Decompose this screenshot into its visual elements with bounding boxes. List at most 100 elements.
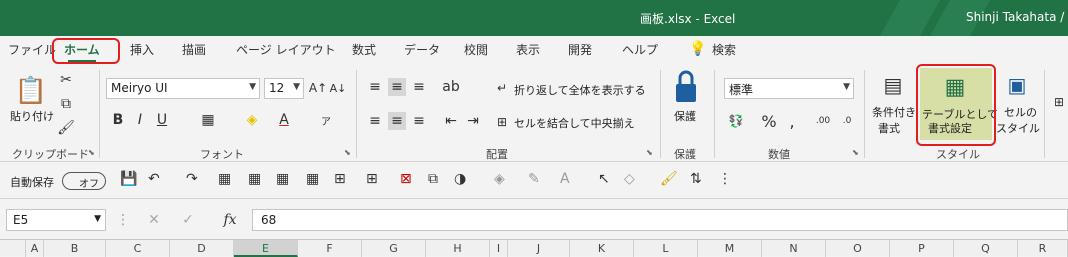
- line-color-icon[interactable]: ✎: [528, 171, 540, 187]
- column-header[interactable]: F: [298, 240, 362, 257]
- swap-icon[interactable]: ⇅: [690, 171, 702, 187]
- clear-borders-icon[interactable]: ⊠: [400, 171, 412, 187]
- cell-styles-line1[interactable]: セルの: [1004, 104, 1037, 120]
- align-bottom-icon[interactable]: ≡: [410, 78, 428, 96]
- currency-icon[interactable]: 💱: [726, 112, 746, 130]
- copy-icon[interactable]: ⧉: [58, 96, 74, 112]
- cursor-icon[interactable]: ↖: [598, 171, 610, 187]
- underline-icon[interactable]: U: [154, 112, 170, 128]
- column-header[interactable]: P: [890, 240, 954, 257]
- save-icon[interactable]: 💾: [120, 171, 137, 187]
- shapes-icon[interactable]: ◑: [454, 171, 466, 187]
- tab-draw[interactable]: 描画: [182, 41, 206, 63]
- bold-icon[interactable]: B: [110, 112, 126, 128]
- formula-input[interactable]: 68: [252, 209, 1068, 231]
- tab-page-layout[interactable]: ページ レイアウト: [236, 41, 336, 63]
- grow-font-icon[interactable]: A↑: [309, 80, 327, 96]
- orientation-icon[interactable]: ab: [442, 78, 460, 96]
- paste-label[interactable]: 貼り付け: [10, 108, 54, 124]
- column-header[interactable]: K: [570, 240, 634, 257]
- wrap-text-button[interactable]: 折り返して全体を表示する: [514, 82, 646, 98]
- column-header[interactable]: M: [698, 240, 762, 257]
- conditional-format-line2[interactable]: 書式: [878, 120, 900, 136]
- paste-icon[interactable]: 📋: [14, 72, 48, 110]
- column-header[interactable]: O: [826, 240, 890, 257]
- column-header[interactable]: G: [362, 240, 426, 257]
- conditional-format-line1[interactable]: 条件付き: [872, 104, 916, 120]
- tab-developer[interactable]: 開発: [568, 41, 592, 63]
- format-painter-icon[interactable]: 🖌: [660, 171, 678, 187]
- borders-icon[interactable]: ▦: [200, 112, 216, 128]
- align-middle-icon[interactable]: ≡: [388, 78, 406, 96]
- image-icon[interactable]: ⧉: [428, 171, 438, 187]
- tab-formulas[interactable]: 数式: [352, 41, 376, 63]
- enter-icon[interactable]: ✓: [180, 212, 196, 228]
- column-header[interactable]: I: [490, 240, 508, 257]
- column-header[interactable]: L: [634, 240, 698, 257]
- increase-decimal-icon[interactable]: .00: [814, 112, 832, 130]
- font-color-icon[interactable]: A: [276, 112, 292, 128]
- customize-qat-icon[interactable]: ⋮: [718, 171, 732, 187]
- table-icon[interactable]: ▦: [306, 171, 319, 187]
- column-header[interactable]: R: [1018, 240, 1068, 257]
- tab-file[interactable]: ファイル: [8, 41, 56, 63]
- lock-icon[interactable]: [674, 70, 698, 104]
- column-header[interactable]: H: [426, 240, 490, 257]
- align-right-icon[interactable]: ≡: [410, 112, 428, 130]
- column-header[interactable]: A: [26, 240, 44, 257]
- clipboard-launcher-icon[interactable]: ⬊: [88, 148, 95, 157]
- insert-cells-icon[interactable]: ⊞: [1052, 72, 1066, 132]
- function-icon[interactable]: fx: [220, 212, 240, 228]
- align-center-icon[interactable]: ≡: [388, 112, 406, 130]
- tab-data[interactable]: データ: [404, 41, 440, 63]
- autosave-toggle[interactable]: オフ: [62, 172, 106, 190]
- select-all-corner[interactable]: [0, 240, 26, 257]
- cut-icon[interactable]: ✂: [58, 72, 74, 88]
- column-header[interactable]: D: [170, 240, 234, 257]
- format-painter-icon[interactable]: 🖌: [57, 120, 75, 136]
- decrease-decimal-icon[interactable]: .0: [838, 112, 856, 130]
- column-header[interactable]: J: [508, 240, 570, 257]
- align-top-icon[interactable]: ≡: [366, 78, 384, 96]
- increase-indent-icon[interactable]: ⇥: [464, 112, 482, 130]
- merge-center-button[interactable]: セルを結合して中央揃え: [514, 115, 635, 131]
- column-header[interactable]: N: [762, 240, 826, 257]
- font-name-input[interactable]: Meiryo UI ▼: [106, 78, 260, 99]
- shape-icon[interactable]: ◇: [624, 171, 635, 187]
- percent-icon[interactable]: %: [760, 112, 778, 131]
- wrap-text-icon[interactable]: ↵: [494, 80, 510, 96]
- shrink-font-icon[interactable]: A↓: [330, 80, 347, 96]
- column-header[interactable]: B: [44, 240, 106, 257]
- alignment-launcher-icon[interactable]: ⬊: [646, 148, 653, 157]
- column-header[interactable]: C: [106, 240, 170, 257]
- tab-insert[interactable]: 挿入: [130, 41, 154, 63]
- undo-icon[interactable]: ↶: [148, 171, 160, 187]
- conditional-format-icon[interactable]: ▤: [880, 72, 906, 98]
- phonetic-icon[interactable]: ア: [318, 112, 334, 128]
- column-header[interactable]: Q: [954, 240, 1018, 257]
- borders-icon[interactable]: ⊞: [366, 171, 378, 187]
- number-launcher-icon[interactable]: ⬊: [852, 148, 859, 157]
- cell-styles-icon[interactable]: ▣: [1004, 72, 1030, 98]
- tab-review[interactable]: 校閲: [464, 41, 488, 63]
- table-icon[interactable]: ▦: [218, 171, 231, 187]
- name-box[interactable]: E5 ▼: [6, 209, 106, 231]
- table-icon[interactable]: ▦: [248, 171, 261, 187]
- protect-button[interactable]: 保護: [674, 108, 696, 124]
- tab-search[interactable]: 検索: [712, 41, 736, 63]
- fill-color-icon[interactable]: ◈: [494, 171, 505, 187]
- fill-color-icon[interactable]: ◈: [244, 112, 260, 128]
- font-launcher-icon[interactable]: ⬊: [344, 148, 351, 157]
- decrease-indent-icon[interactable]: ⇤: [442, 112, 460, 130]
- number-format-select[interactable]: 標準 ▼: [724, 78, 854, 99]
- italic-icon[interactable]: I: [132, 112, 148, 128]
- tab-view[interactable]: 表示: [516, 41, 540, 63]
- redo-icon[interactable]: ↷: [186, 171, 198, 187]
- comma-icon[interactable]: ,: [786, 112, 798, 131]
- font-color-icon[interactable]: A: [560, 171, 570, 187]
- font-size-input[interactable]: 12 ▼: [264, 78, 304, 99]
- merge-center-icon[interactable]: ⊞: [494, 114, 510, 130]
- align-left-icon[interactable]: ≡: [366, 112, 384, 130]
- tab-help[interactable]: ヘルプ: [622, 41, 658, 63]
- borders-icon[interactable]: ⊞: [334, 171, 346, 187]
